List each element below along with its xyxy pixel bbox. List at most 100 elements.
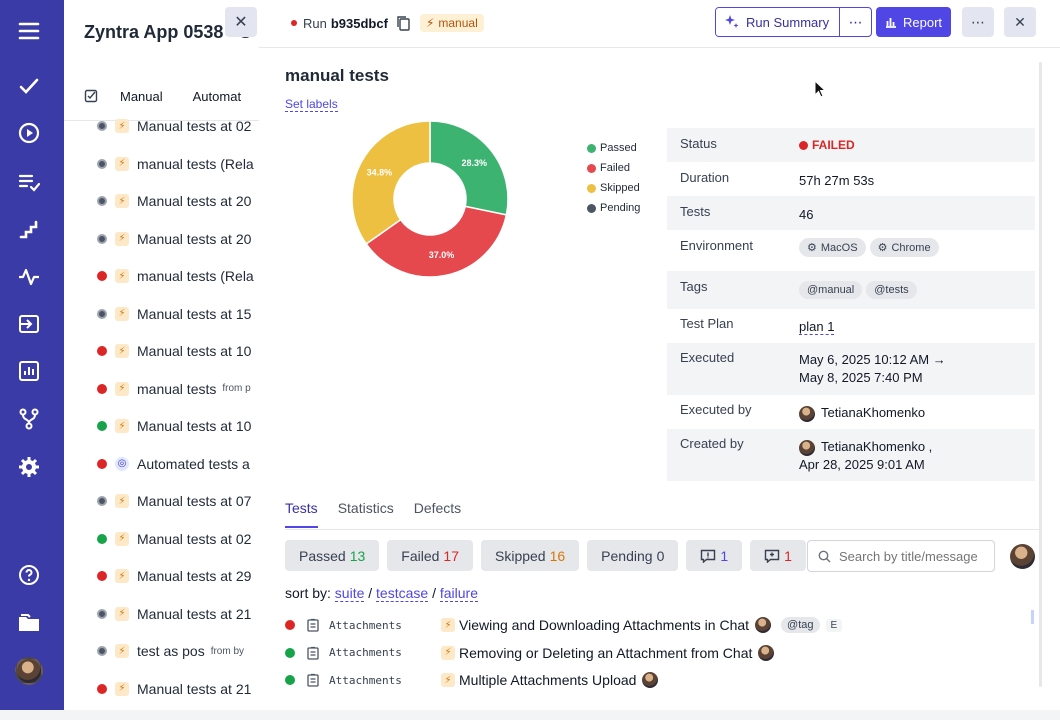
avatar[interactable]: [15, 657, 43, 685]
help-icon[interactable]: [14, 560, 44, 590]
checklist-icon[interactable]: [14, 167, 44, 197]
status-dot: [285, 647, 295, 658]
suite-name: Attachments: [329, 618, 402, 632]
run-source: from p: [222, 383, 251, 394]
divider: [285, 529, 1039, 530]
status-dot: [97, 496, 107, 506]
list-item[interactable]: ⚡ Manual tests at 21: [64, 602, 259, 626]
run-summary-button[interactable]: Run Summary: [716, 8, 840, 36]
created-by-name: TetianaKhomenko ,: [821, 439, 933, 454]
status-filters: Passed 13 Failed 17 Skipped 16 Pending 0 1 1: [285, 540, 806, 571]
copy-icon[interactable]: [396, 15, 410, 31]
list-item[interactable]: ◎ Automated tests a: [64, 452, 259, 476]
scrollbar[interactable]: [1039, 62, 1042, 687]
detail-row-test-plan: Test Plan plan 1: [667, 309, 1035, 343]
report-button[interactable]: Report: [876, 7, 951, 37]
filter-pending-button[interactable]: Pending 0: [587, 540, 679, 571]
sort-testcase-link[interactable]: testcase: [376, 585, 429, 602]
table-row[interactable]: Attachments ⚡ Removing or Deleting an Atta…: [285, 642, 780, 664]
sort-by-bar: sort by: suite / testcase / failure: [285, 585, 478, 602]
env-chip-macos: ⚙ MacOS: [799, 238, 866, 257]
list-item[interactable]: ⚡ Manual tests at 10: [64, 414, 259, 438]
tag-chip[interactable]: @manual: [799, 281, 863, 299]
actions-menu-button[interactable]: ⋯: [962, 7, 994, 37]
close-button[interactable]: ✕: [1004, 7, 1036, 37]
list-item[interactable]: ⚡ Manual tests at 02: [64, 527, 259, 551]
more-options-button[interactable]: ⋯: [839, 8, 871, 36]
tab-statistics[interactable]: Statistics: [338, 500, 394, 528]
environment-value: ⚙ MacOS ⚙ Chrome: [799, 238, 943, 257]
branch-icon[interactable]: [14, 404, 44, 434]
detail-row-executed: Executed May 6, 2025 10:12 AM → May 8, 2…: [667, 343, 1035, 395]
list-item[interactable]: ⚡ Manual tests at 15: [64, 302, 259, 326]
filter-skipped-button[interactable]: Skipped 16: [481, 540, 580, 571]
list-item[interactable]: ⚡ manual tests from p: [64, 377, 259, 401]
table-row[interactable]: Attachments ⚡ Viewing and Downloading Atta…: [285, 614, 843, 636]
table-row[interactable]: Attachments ⚡ Multiple Attachments Upload: [285, 669, 664, 691]
filter-passed-label: Passed: [299, 547, 346, 564]
detail-row-status: Status FAILED: [667, 128, 1035, 162]
list-item[interactable]: ⚡ Manual tests at 29: [64, 564, 259, 588]
tab-manual[interactable]: Manual: [120, 89, 163, 104]
status-dot: [97, 158, 107, 169]
list-item[interactable]: ⚡ test as pos from by: [64, 639, 259, 663]
bar-chart-icon: [885, 18, 896, 28]
filter-comments-button[interactable]: 1: [686, 540, 743, 571]
avatar[interactable]: [1010, 544, 1035, 569]
duration-value: 57h 27m 53s: [799, 173, 875, 188]
gear-icon[interactable]: [14, 452, 44, 482]
pie-data-label: 28.3%: [461, 158, 487, 168]
legend-item[interactable]: Passed: [587, 138, 640, 158]
manual-icon: ⚡: [441, 673, 455, 687]
filter-notes-count: 1: [784, 547, 792, 564]
manual-icon: ⚡: [115, 644, 129, 658]
legend-item[interactable]: Skipped: [587, 178, 640, 198]
test-plan-link[interactable]: plan 1: [799, 319, 835, 335]
tab-defects[interactable]: Defects: [414, 500, 461, 528]
import-icon[interactable]: [14, 309, 44, 339]
legend-item[interactable]: Failed: [587, 158, 640, 178]
tab-automated[interactable]: Automat: [193, 89, 241, 104]
list-item[interactable]: ⚡ Manual tests at 02: [64, 114, 259, 138]
clipboard-icon: [307, 673, 319, 687]
legend-item[interactable]: Pending: [587, 198, 640, 218]
list-item[interactable]: ⚡ Manual tests at 20: [64, 189, 259, 213]
set-labels-link[interactable]: Set labels: [285, 97, 338, 112]
pie-slice-skipped[interactable]: [351, 120, 431, 245]
search-input[interactable]: [839, 548, 989, 564]
filter-passed-count: 13: [349, 547, 366, 564]
list-item[interactable]: ⚡ manual tests (Rela: [64, 152, 259, 176]
filter-notes-button[interactable]: 1: [750, 540, 806, 571]
filter-passed-button[interactable]: Passed 13: [285, 540, 380, 571]
detail-tabs: Tests Statistics Defects: [285, 500, 481, 528]
activity-icon[interactable]: [14, 262, 44, 292]
manual-icon: ⚡: [115, 306, 129, 321]
detail-row-environment: Environment ⚙ MacOS ⚙ Chrome: [667, 230, 1035, 271]
list-scrollbar-thumb[interactable]: [1031, 610, 1034, 624]
filter-failed-button[interactable]: Failed 17: [387, 540, 473, 571]
close-list-button[interactable]: ✕: [225, 7, 257, 37]
check-icon[interactable]: [14, 71, 44, 101]
chart-icon[interactable]: [14, 356, 44, 386]
list-item[interactable]: ⚡ Manual tests at 20: [64, 227, 259, 251]
run-name: test as pos: [137, 643, 205, 659]
menu-icon[interactable]: [14, 16, 44, 46]
avatar: [642, 672, 659, 688]
list-item[interactable]: ⚡ Manual tests at 21: [64, 677, 259, 701]
manual-icon: ⚡: [115, 606, 129, 621]
search-box[interactable]: [807, 540, 995, 572]
detail-row-executed-by: Executed by TetianaKhomenko: [667, 395, 1035, 429]
sort-failure-link[interactable]: failure: [439, 585, 478, 602]
checkbox-list-icon[interactable]: [84, 88, 100, 104]
list-item[interactable]: ⚡ manual tests (Rela: [64, 264, 259, 288]
steps-icon[interactable]: [14, 214, 44, 244]
list-item[interactable]: ⚡ Manual tests at 10: [64, 339, 259, 363]
tab-tests[interactable]: Tests: [285, 500, 318, 528]
sort-suite-link[interactable]: suite: [334, 585, 365, 602]
status-dot: [97, 346, 107, 356]
folder-icon[interactable]: [14, 608, 44, 638]
list-item[interactable]: ⚡ Manual tests at 07: [64, 489, 259, 513]
tag-chip[interactable]: @tests: [866, 281, 917, 299]
tag-chip[interactable]: @tag: [781, 617, 820, 633]
play-circle-icon[interactable]: [14, 118, 44, 148]
